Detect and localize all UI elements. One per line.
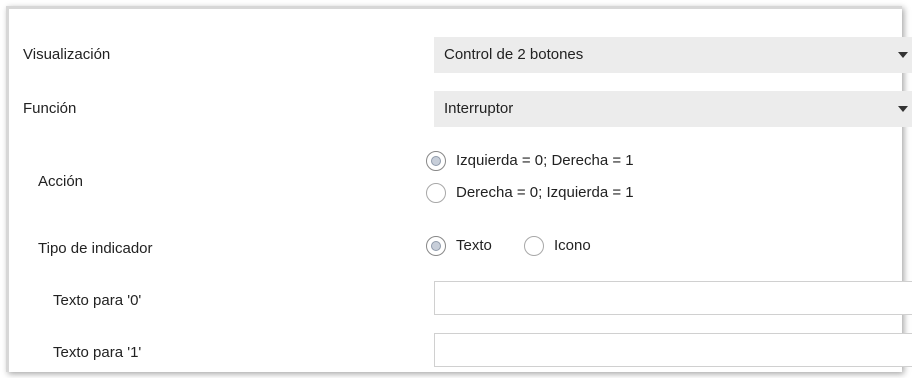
tipo-indicador-label: Tipo de indicador [38,240,153,257]
chevron-down-icon [898,106,908,112]
visualizacion-dropdown[interactable]: Control de 2 botones [434,37,912,73]
texto-0-input[interactable] [434,281,912,315]
accion-label: Acción [38,173,84,190]
texto-1-label: Texto para '1' [53,344,142,361]
tipo-icono-label[interactable]: Icono [554,237,591,255]
tipo-texto-label[interactable]: Texto [456,237,492,255]
settings-panel: Visualización Control de 2 botones Funci… [6,6,912,372]
accion-option-1-radio[interactable] [426,151,446,171]
texto-1-input[interactable] [434,333,912,367]
tipo-texto-radio[interactable] [426,236,446,256]
accion-option-2-radio[interactable] [426,183,446,203]
texto-0-label: Texto para '0' [53,292,142,309]
accion-option-2-label[interactable]: Derecha = 0; Izquierda = 1 [456,184,634,202]
visualizacion-value: Control de 2 botones [444,46,584,63]
accion-option-1-label[interactable]: Izquierda = 0; Derecha = 1 [456,152,634,170]
funcion-value: Interruptor [444,100,514,117]
visualizacion-label: Visualización [23,46,111,63]
tipo-icono-radio[interactable] [524,236,544,256]
funcion-label: Función [23,100,77,117]
chevron-down-icon [898,52,908,58]
funcion-dropdown[interactable]: Interruptor [434,91,912,127]
